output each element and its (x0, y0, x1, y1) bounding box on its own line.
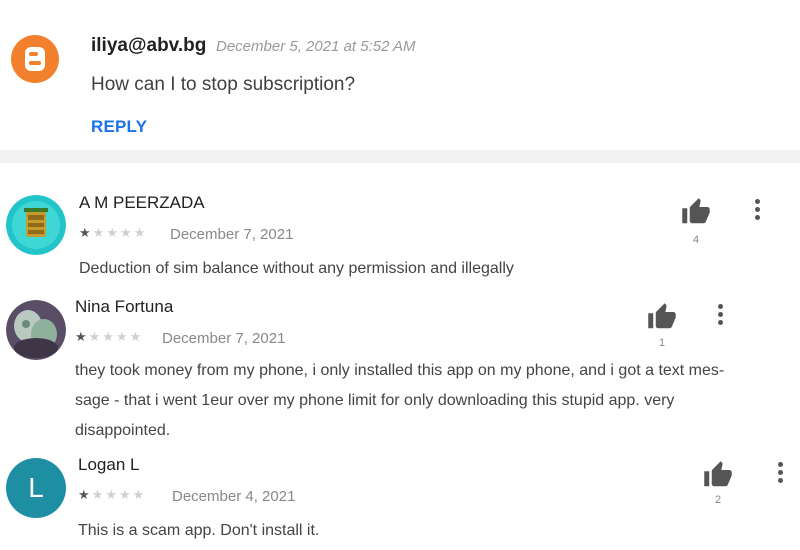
star-icon: ★ (119, 225, 134, 240)
star-icon: ★ (118, 487, 133, 502)
star-icon: ★ (115, 329, 130, 344)
star-icon: ★ (106, 225, 120, 240)
review-date: December 7, 2021 (170, 226, 294, 243)
star-icon: ★ (129, 329, 144, 344)
more-vert-icon[interactable] (713, 304, 727, 328)
review-text-line: they took money from my phone, i only in… (75, 362, 725, 379)
review-text: This is a scam app. Don't install it. (78, 522, 320, 539)
reviewer-avatar: L (6, 458, 66, 518)
star-icon: ★ (105, 487, 119, 502)
review-date: December 7, 2021 (162, 330, 286, 347)
thumbs-up-icon[interactable] (647, 302, 677, 332)
more-vert-icon[interactable] (773, 462, 787, 486)
star-icon: ★ (79, 225, 93, 240)
star-icon: ★ (132, 487, 147, 502)
star-icon: ★ (91, 487, 106, 502)
helpful-count: 4 (692, 234, 700, 246)
review-text: they took money from my phone, i only in… (75, 356, 724, 446)
reviewer-avatar (6, 300, 66, 360)
thumbs-up-icon[interactable] (681, 197, 711, 227)
blogger-icon (11, 35, 59, 83)
thumbs-up-icon[interactable] (703, 460, 733, 490)
star-rating: ★★★★★ (79, 225, 147, 241)
more-vert-icon[interactable] (750, 199, 764, 223)
review-text: Deduction of sim balance without any per… (79, 260, 514, 277)
blog-comment: iliya@abv.bg December 5, 2021 at 5:52 AM… (0, 0, 800, 150)
review-text-line: disappointed. (75, 422, 171, 439)
star-icon: ★ (133, 225, 148, 240)
review-text-line: sage - that i went 1eur over my phone li… (75, 392, 675, 409)
star-icon: ★ (78, 487, 92, 502)
comment-author: iliya@abv.bg (91, 35, 207, 56)
comment-date: December 5, 2021 at 5:52 AM (216, 38, 416, 55)
star-rating: ★★★★★ (75, 329, 143, 345)
star-icon: ★ (88, 329, 103, 344)
page: iliya@abv.bg December 5, 2021 at 5:52 AM… (0, 0, 800, 550)
avatar-letter: L (28, 472, 44, 503)
comment-text: How can I to stop subscription? (91, 74, 356, 95)
star-icon: ★ (102, 329, 116, 344)
helpful-count: 2 (714, 494, 722, 506)
section-divider (0, 150, 800, 163)
reply-button[interactable]: REPLY (91, 117, 147, 137)
reviewer-name: A M PEERZADA (79, 193, 205, 212)
reviewer-avatar (6, 195, 66, 255)
reviewer-name: Nina Fortuna (75, 297, 174, 316)
star-icon: ★ (75, 329, 89, 344)
reviewer-name: Logan L (78, 455, 140, 474)
helpful-count: 1 (658, 337, 666, 349)
review-date: December 4, 2021 (172, 488, 296, 505)
star-rating: ★★★★★ (78, 487, 146, 503)
star-icon: ★ (92, 225, 107, 240)
